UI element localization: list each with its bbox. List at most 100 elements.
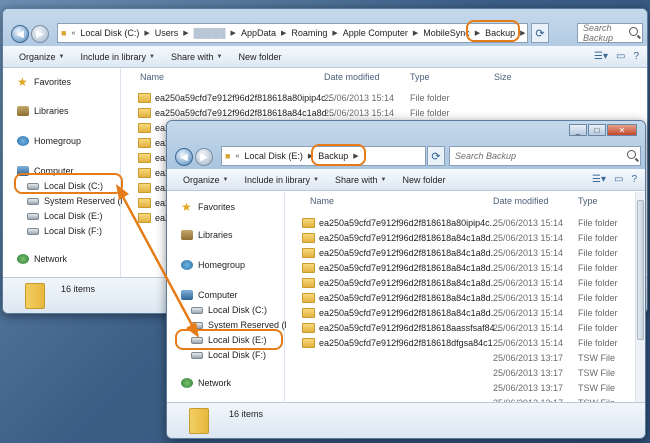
nav-network[interactable]: Network [17,254,67,264]
file-row[interactable]: ea250a59cfd7e912f96d2f818618dfgsa84c1...… [286,335,635,350]
nav-favorites[interactable]: ★ Favorites [181,201,235,213]
breadcrumb-item[interactable]: Apple Computer [340,28,411,38]
nav-favorites[interactable]: ★ Favorites [17,76,71,88]
file-row[interactable]: 25/06/2013 13:17 TSW File [286,350,635,365]
file-date: 25/06/2013 15:14 [493,277,564,288]
star-icon: ★ [181,200,192,214]
nav-homegroup[interactable]: Homegroup [181,260,245,270]
minimize-icon[interactable]: _ [569,124,587,136]
file-date: 25/06/2013 15:14 [493,292,564,303]
file-row[interactable]: ea250a59cfd7e912f96d2f818618a84c1a8d... 2… [286,275,635,290]
file-type: TSW File [578,352,615,363]
file-name: ea250a59cfd7e912f96d2f818618a84c1a8d... [319,277,499,288]
preview-pane-icon[interactable]: ▭ [614,174,623,185]
column-header-type[interactable]: Type [410,72,430,82]
file-date: 25/06/2013 15:14 [324,107,395,118]
file-row[interactable]: ea250a59cfd7e912f96d2f818618a84c1a8d... 2… [286,230,635,245]
column-header-date[interactable]: Date modified [493,196,549,206]
address-bar[interactable]: ■ « Local Disk (C:) ▶ Users ▶ █████ ▶ AppDa… [57,23,528,43]
file-row[interactable]: ea250a59cfd7e912f96d2f818618a80ipip4c...… [286,215,635,230]
file-row[interactable]: ea250a59cfd7e912f96d2f818618a84c1a8d... 2… [122,105,647,120]
breadcrumb-item[interactable]: Local Disk (E:) [241,151,306,161]
explorer-window-front: _ □ ✕ ◀ ▶ ■ « Local Disk (E:) ▶ Backup ▶ ⟳… [166,120,646,439]
search-input[interactable]: Search Backup [577,23,643,43]
breadcrumb-item[interactable]: MobileSync [420,28,473,38]
preview-pane-icon[interactable]: ▭ [616,51,625,62]
forward-arrow-icon[interactable]: ▶ [31,25,49,43]
nav-drive-f[interactable]: Local Disk (F:) [27,226,102,236]
nav-homegroup[interactable]: Homegroup [17,136,81,146]
organize-button[interactable]: Organize ▼ [11,52,72,62]
file-type: TSW File [578,382,615,393]
nav-network[interactable]: Network [181,378,231,388]
breadcrumb-item[interactable]: Roaming [288,28,330,38]
nav-drive-e[interactable]: Local Disk (E:) [27,211,103,221]
file-type: TSW File [578,367,615,378]
file-row[interactable]: ea250a59cfd7e912f96d2f818618aassfsaf84..… [286,320,635,335]
column-header-date[interactable]: Date modified [324,72,380,82]
column-header-type[interactable]: Type [578,196,598,206]
include-in-library-button[interactable]: Include in library ▼ [236,175,326,185]
vertical-scrollbar[interactable] [635,192,645,402]
file-row[interactable]: 25/06/2013 13:17 TSW File [286,380,635,395]
file-date: 25/06/2013 15:14 [493,232,564,243]
file-name: ea250a59cfd7e912f96d2f818618a84c1a8d... [319,307,499,318]
search-icon [627,150,636,159]
scrollbar-thumb[interactable] [637,200,644,340]
back-arrow-icon[interactable]: ◀ [175,148,193,166]
file-type: File folder [578,337,618,348]
file-row[interactable]: ea250a59cfd7e912f96d2f818618a84c1a8d... 2… [286,245,635,260]
file-name: ea250a59cfd7e912f96d2f818618a84c1a8d... [319,232,499,243]
drive-icon [27,212,39,220]
close-icon[interactable]: ✕ [607,124,637,136]
item-count: 16 items [61,284,96,294]
breadcrumb-item[interactable]: AppData [238,28,279,38]
nav-libraries[interactable]: Libraries [17,106,69,116]
help-icon[interactable]: ? [631,174,637,185]
back-arrow-icon[interactable]: ◀ [11,25,29,43]
file-type: File folder [578,292,618,303]
folder-icon: ■ [61,28,67,38]
column-header-size[interactable]: Size [494,72,512,82]
file-date: 25/06/2013 13:17 [493,367,564,378]
file-name: ea250a59cfd7e912f96d2f818618a84c1a8d... [319,262,499,273]
breadcrumb-item[interactable]: Local Disk (C:) [77,28,142,38]
drive-icon [27,197,39,205]
organize-button[interactable]: Organize ▼ [175,175,236,185]
breadcrumb-item[interactable]: Users [152,28,182,38]
nav-drive-f[interactable]: Local Disk (F:) [191,350,266,360]
file-row[interactable]: 25/06/2013 13:17 TSW File [286,365,635,380]
share-with-button[interactable]: Share with ▼ [163,52,230,62]
include-in-library-button[interactable]: Include in library ▼ [72,52,162,62]
help-icon[interactable]: ? [633,51,639,62]
share-with-button[interactable]: Share with ▼ [327,175,394,185]
file-name: ea250a59cfd7e912f96d2f818618a84c1a8d... [319,292,499,303]
refresh-icon[interactable]: ⟳ [427,146,445,166]
search-icon [629,27,638,36]
caption-buttons: _ □ ✕ [569,124,637,136]
file-row[interactable]: ea250a59cfd7e912f96d2f818618a80ipip4c...… [122,90,647,105]
view-options-icon[interactable]: ☰▾ [592,174,606,185]
nav-drive-d[interactable]: System Reserved (D:) [27,196,133,206]
view-options-icon[interactable]: ☰▾ [594,51,608,62]
column-header-name[interactable]: Name [140,72,164,82]
maximize-icon[interactable]: □ [588,124,606,136]
refresh-icon[interactable]: ⟳ [531,23,549,43]
new-folder-button[interactable]: New folder [230,52,289,62]
column-header-name[interactable]: Name [310,196,334,206]
nav-drive-c[interactable]: Local Disk (C:) [191,305,267,315]
nav-libraries[interactable]: Libraries [181,230,233,240]
breadcrumb-blurred-user: █████ [193,28,226,38]
folder-icon [302,217,315,228]
file-name: ea250a59cfd7e912f96d2f818618a84c1a8d... [319,247,499,258]
nav-computer[interactable]: Computer [181,290,238,300]
highlight-backup-front [311,144,366,166]
file-row[interactable]: ea250a59cfd7e912f96d2f818618a84c1a8d... 2… [286,260,635,275]
folder-icon [302,322,315,333]
forward-arrow-icon[interactable]: ▶ [195,148,213,166]
file-row[interactable]: ea250a59cfd7e912f96d2f818618a84c1a8d... 2… [286,290,635,305]
new-folder-button[interactable]: New folder [394,175,453,185]
file-row[interactable]: ea250a59cfd7e912f96d2f818618a84c1a8d... 2… [286,305,635,320]
file-type: File folder [578,322,618,333]
search-input[interactable]: Search Backup [449,146,641,166]
